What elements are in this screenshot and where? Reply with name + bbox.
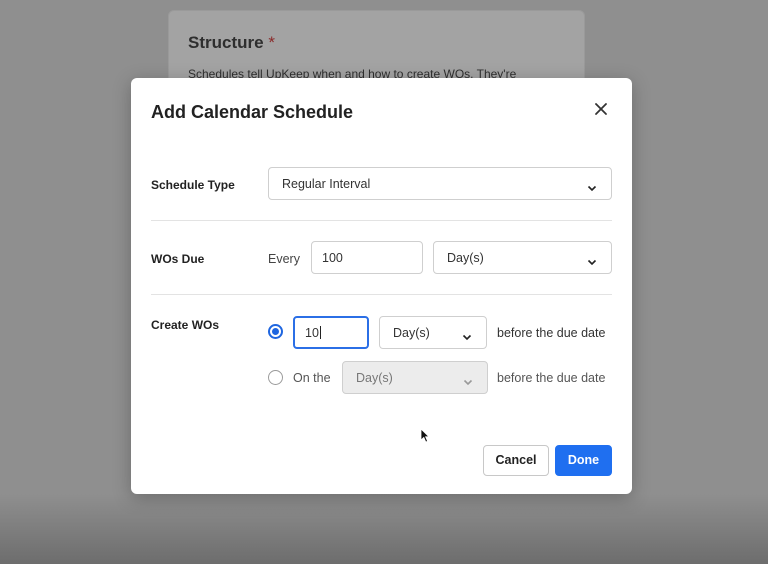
chevron-down-icon (587, 255, 597, 269)
create-wos-option1-radio[interactable] (268, 324, 283, 339)
wos-due-interval-value: 100 (322, 251, 343, 265)
chevron-down-icon (463, 375, 473, 389)
create-wos-unit-select[interactable]: Day(s) (379, 316, 487, 349)
modal-title: Add Calendar Schedule (151, 102, 354, 122)
create-wos-unit-value: Day(s) (393, 326, 430, 340)
create-wos-on-the-unit-select[interactable]: Day(s) (342, 361, 488, 394)
create-wos-option2-radio[interactable] (268, 370, 283, 385)
schedule-type-value: Regular Interval (282, 177, 371, 191)
create-wos-label: Create WOs (151, 318, 220, 332)
divider (151, 220, 612, 221)
add-calendar-schedule-modal: Add Calendar Schedule Schedule Type Regu… (131, 78, 632, 494)
overlay-bottom-shade (0, 494, 768, 564)
required-marker: * (268, 33, 275, 52)
divider (151, 294, 612, 295)
create-wos-amount-input[interactable]: 10 (293, 316, 369, 349)
wos-due-interval-input[interactable]: 100 (311, 241, 423, 274)
wos-due-unit-value: Day(s) (447, 251, 484, 265)
option2-suffix-text: before the due date (497, 371, 606, 385)
create-wos-amount-value: 10 (305, 326, 319, 340)
wos-due-unit-select[interactable]: Day(s) (433, 241, 612, 274)
chevron-down-icon (462, 330, 472, 344)
chevron-down-icon (587, 181, 597, 195)
text-caret (319, 326, 321, 339)
cancel-button[interactable]: Cancel (483, 445, 549, 476)
schedule-type-label: Schedule Type (151, 178, 235, 192)
option1-suffix-text: before the due date (497, 326, 606, 340)
on-the-unit-value: Day(s) (356, 371, 393, 385)
on-the-text: On the (293, 371, 331, 385)
schedule-type-select[interactable]: Regular Interval (268, 167, 612, 200)
done-button[interactable]: Done (555, 445, 612, 476)
structure-title-text: Structure (188, 33, 264, 52)
mouse-pointer-icon (420, 428, 430, 448)
every-text: Every (268, 252, 300, 266)
wos-due-label: WOs Due (151, 252, 205, 266)
close-icon[interactable] (590, 98, 612, 120)
structure-title: Structure * (188, 33, 275, 53)
